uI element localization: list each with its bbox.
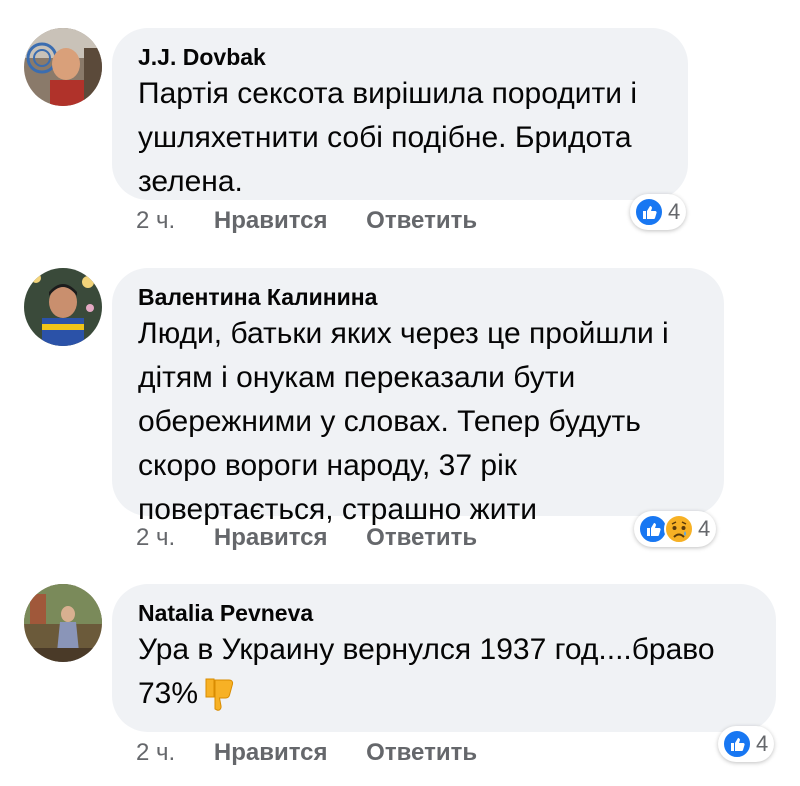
like-icon — [722, 729, 752, 759]
comment-time[interactable]: 2 ч. — [136, 207, 175, 235]
comment-author[interactable]: Валентина Калинина — [138, 282, 698, 312]
reaction-summary[interactable]: 4 — [630, 194, 687, 230]
comment-time[interactable]: 2 ч. — [136, 739, 175, 767]
reply-button[interactable]: Ответить — [366, 739, 477, 767]
avatar[interactable] — [24, 28, 102, 106]
comment-actions: 2 ч. Нравится Ответить — [136, 738, 509, 767]
comment-text-line2: 73% — [138, 672, 750, 716]
reaction-summary[interactable]: 4 — [718, 726, 775, 762]
like-button[interactable]: Нравится — [214, 739, 328, 767]
reaction-count: 4 — [698, 516, 711, 541]
reply-button[interactable]: Ответить — [366, 207, 477, 235]
sad-icon — [664, 514, 694, 544]
like-button[interactable]: Нравится — [214, 524, 328, 552]
avatar[interactable] — [24, 584, 102, 662]
comment-author[interactable]: Natalia Pevneva — [138, 598, 750, 628]
comment-actions: 2 ч. Нравится Ответить — [136, 523, 509, 552]
comment-bubble: Natalia Pevneva Ура в Украину вернулся 1… — [112, 584, 776, 732]
comment-time[interactable]: 2 ч. — [136, 524, 175, 552]
comment-text-percent: 73% — [138, 677, 199, 710]
comment-bubble: Валентина Калинина Люди, батьки яких чер… — [112, 268, 724, 526]
reaction-count: 4 — [668, 199, 681, 224]
comment-text: Партія сексота вирішила породити і ушлях… — [138, 77, 637, 198]
comment-author[interactable]: J.J. Dovbak — [138, 42, 662, 72]
like-icon — [634, 197, 664, 227]
avatar[interactable] — [24, 268, 102, 346]
reaction-count: 4 — [756, 731, 769, 756]
thumbs-down-emoji — [200, 675, 240, 715]
comment-bubble: J.J. Dovbak Партія сексота вирішила поро… — [112, 28, 688, 200]
reaction-summary[interactable]: 4 — [634, 511, 717, 547]
comment-actions: 2 ч. Нравится Ответить — [136, 206, 509, 235]
comment-text: Люди, батьки яких через це пройшли і діт… — [138, 317, 669, 526]
comment-text-line1: Ура в Украину вернулся 1937 год....браво — [138, 633, 715, 666]
reply-button[interactable]: Ответить — [366, 524, 477, 552]
like-button[interactable]: Нравится — [214, 207, 328, 235]
